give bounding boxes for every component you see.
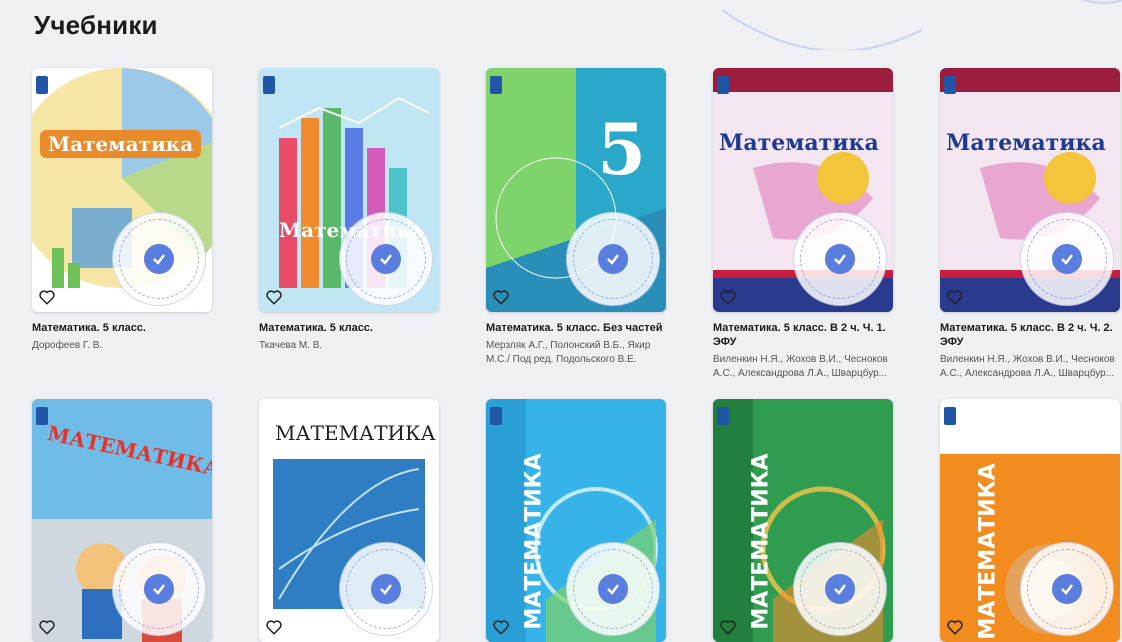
book-cover[interactable]: Математика — [940, 68, 1120, 312]
publisher-logo — [36, 76, 48, 94]
book-card[interactable]: Математика Математика. 5 класс. В 2 ч. Ч… — [713, 68, 893, 399]
cover-title: МАТЕМАТИКА — [275, 421, 436, 445]
cover-title: МАТЕМАТИКА — [748, 453, 774, 630]
book-card[interactable]: 5 Математика. 5 класс. Без частей Мерзля… — [486, 68, 666, 399]
verified-badge — [793, 542, 887, 636]
book-cover[interactable]: МАТЕМАТИКА — [713, 399, 893, 642]
verified-badge — [1020, 212, 1114, 306]
book-cover[interactable]: Математика — [32, 68, 212, 312]
favorite-heart-icon[interactable] — [719, 288, 737, 306]
cover-title: Математика — [946, 130, 1106, 156]
decorative-arc — [722, 0, 1122, 50]
verified-badge — [339, 212, 433, 306]
favorite-heart-icon[interactable] — [265, 618, 283, 636]
book-title[interactable]: Математика. 5 класс. — [259, 321, 439, 335]
book-author: Ткачева М. В. — [259, 340, 323, 351]
book-card[interactable]: МАТЕМАТИКА — [713, 399, 893, 642]
book-cover[interactable]: МАТЕМАТИКА — [259, 399, 439, 642]
book-title[interactable]: Математика. 5 класс. Без частей — [486, 321, 666, 335]
book-card[interactable]: Математика Математика. 5 класс. В 2 ч. Ч… — [940, 68, 1120, 399]
publisher-logo — [490, 407, 502, 425]
book-title[interactable]: Математика. 5 класс. В 2 ч. Ч. 1. ЭФУ — [713, 321, 893, 349]
publisher-logo — [944, 407, 956, 425]
book-card[interactable]: МАТЕМАТИКА — [32, 399, 212, 642]
verified-badge — [793, 212, 887, 306]
cover-title: МАТЕМАТИКА — [521, 453, 547, 630]
books-grid: Математика Математика. 5 класс. Дорофеев… — [32, 68, 1120, 642]
book-title[interactable]: Математика. 5 класс. — [32, 321, 212, 335]
book-card[interactable]: МАТЕМАТИКА — [486, 399, 666, 642]
publisher-logo — [490, 76, 502, 94]
favorite-heart-icon[interactable] — [38, 618, 56, 636]
book-cover[interactable]: МАТЕМАТИКА — [940, 399, 1120, 642]
verified-badge — [112, 542, 206, 636]
cover-title: МАТЕМАТИКА — [975, 463, 1001, 640]
verified-badge — [112, 212, 206, 306]
verified-badge — [339, 542, 433, 636]
book-cover[interactable]: Математика — [713, 68, 893, 312]
verified-badge — [566, 542, 660, 636]
book-cover[interactable]: МАТЕМАТИКА — [486, 399, 666, 642]
favorite-heart-icon[interactable] — [946, 288, 964, 306]
book-card[interactable]: Математика Математика. 5 класс. Ткачева … — [259, 68, 439, 399]
book-cover[interactable]: 5 — [486, 68, 666, 312]
publisher-logo — [717, 76, 729, 94]
favorite-heart-icon[interactable] — [492, 288, 510, 306]
publisher-logo — [263, 76, 275, 94]
book-author: Дорофеев Г. В. — [32, 340, 103, 351]
book-cover[interactable]: Математика — [259, 68, 439, 312]
favorite-heart-icon[interactable] — [946, 618, 964, 636]
favorite-heart-icon[interactable] — [719, 618, 737, 636]
cover-title: 5 — [597, 108, 646, 191]
book-cover[interactable]: МАТЕМАТИКА — [32, 399, 212, 642]
book-card[interactable]: МАТЕМАТИКА — [940, 399, 1120, 642]
book-author: Виленкин Н.Я., Жохов В.И., Чесноков А.С.… — [940, 354, 1115, 379]
book-card[interactable]: МАТЕМАТИКА — [259, 399, 439, 642]
book-author: Виленкин Н.Я., Жохов В.И., Чесноков А.С.… — [713, 354, 888, 379]
book-card[interactable]: Математика Математика. 5 класс. Дорофеев… — [32, 68, 212, 399]
cover-title: Математика — [40, 130, 202, 158]
publisher-logo — [36, 407, 48, 425]
cover-title: Математика — [719, 130, 879, 156]
publisher-logo — [944, 76, 956, 94]
book-author: Мерзляк А.Г., Полонский В.Б., Якир М.С./… — [486, 340, 651, 365]
page-title: Учебники — [34, 10, 158, 40]
book-title[interactable]: Математика. 5 класс. В 2 ч. Ч. 2. ЭФУ — [940, 321, 1120, 349]
verified-badge — [1020, 542, 1114, 636]
favorite-heart-icon[interactable] — [492, 618, 510, 636]
verified-badge — [566, 212, 660, 306]
publisher-logo — [717, 407, 729, 425]
favorite-heart-icon[interactable] — [38, 288, 56, 306]
favorite-heart-icon[interactable] — [265, 288, 283, 306]
